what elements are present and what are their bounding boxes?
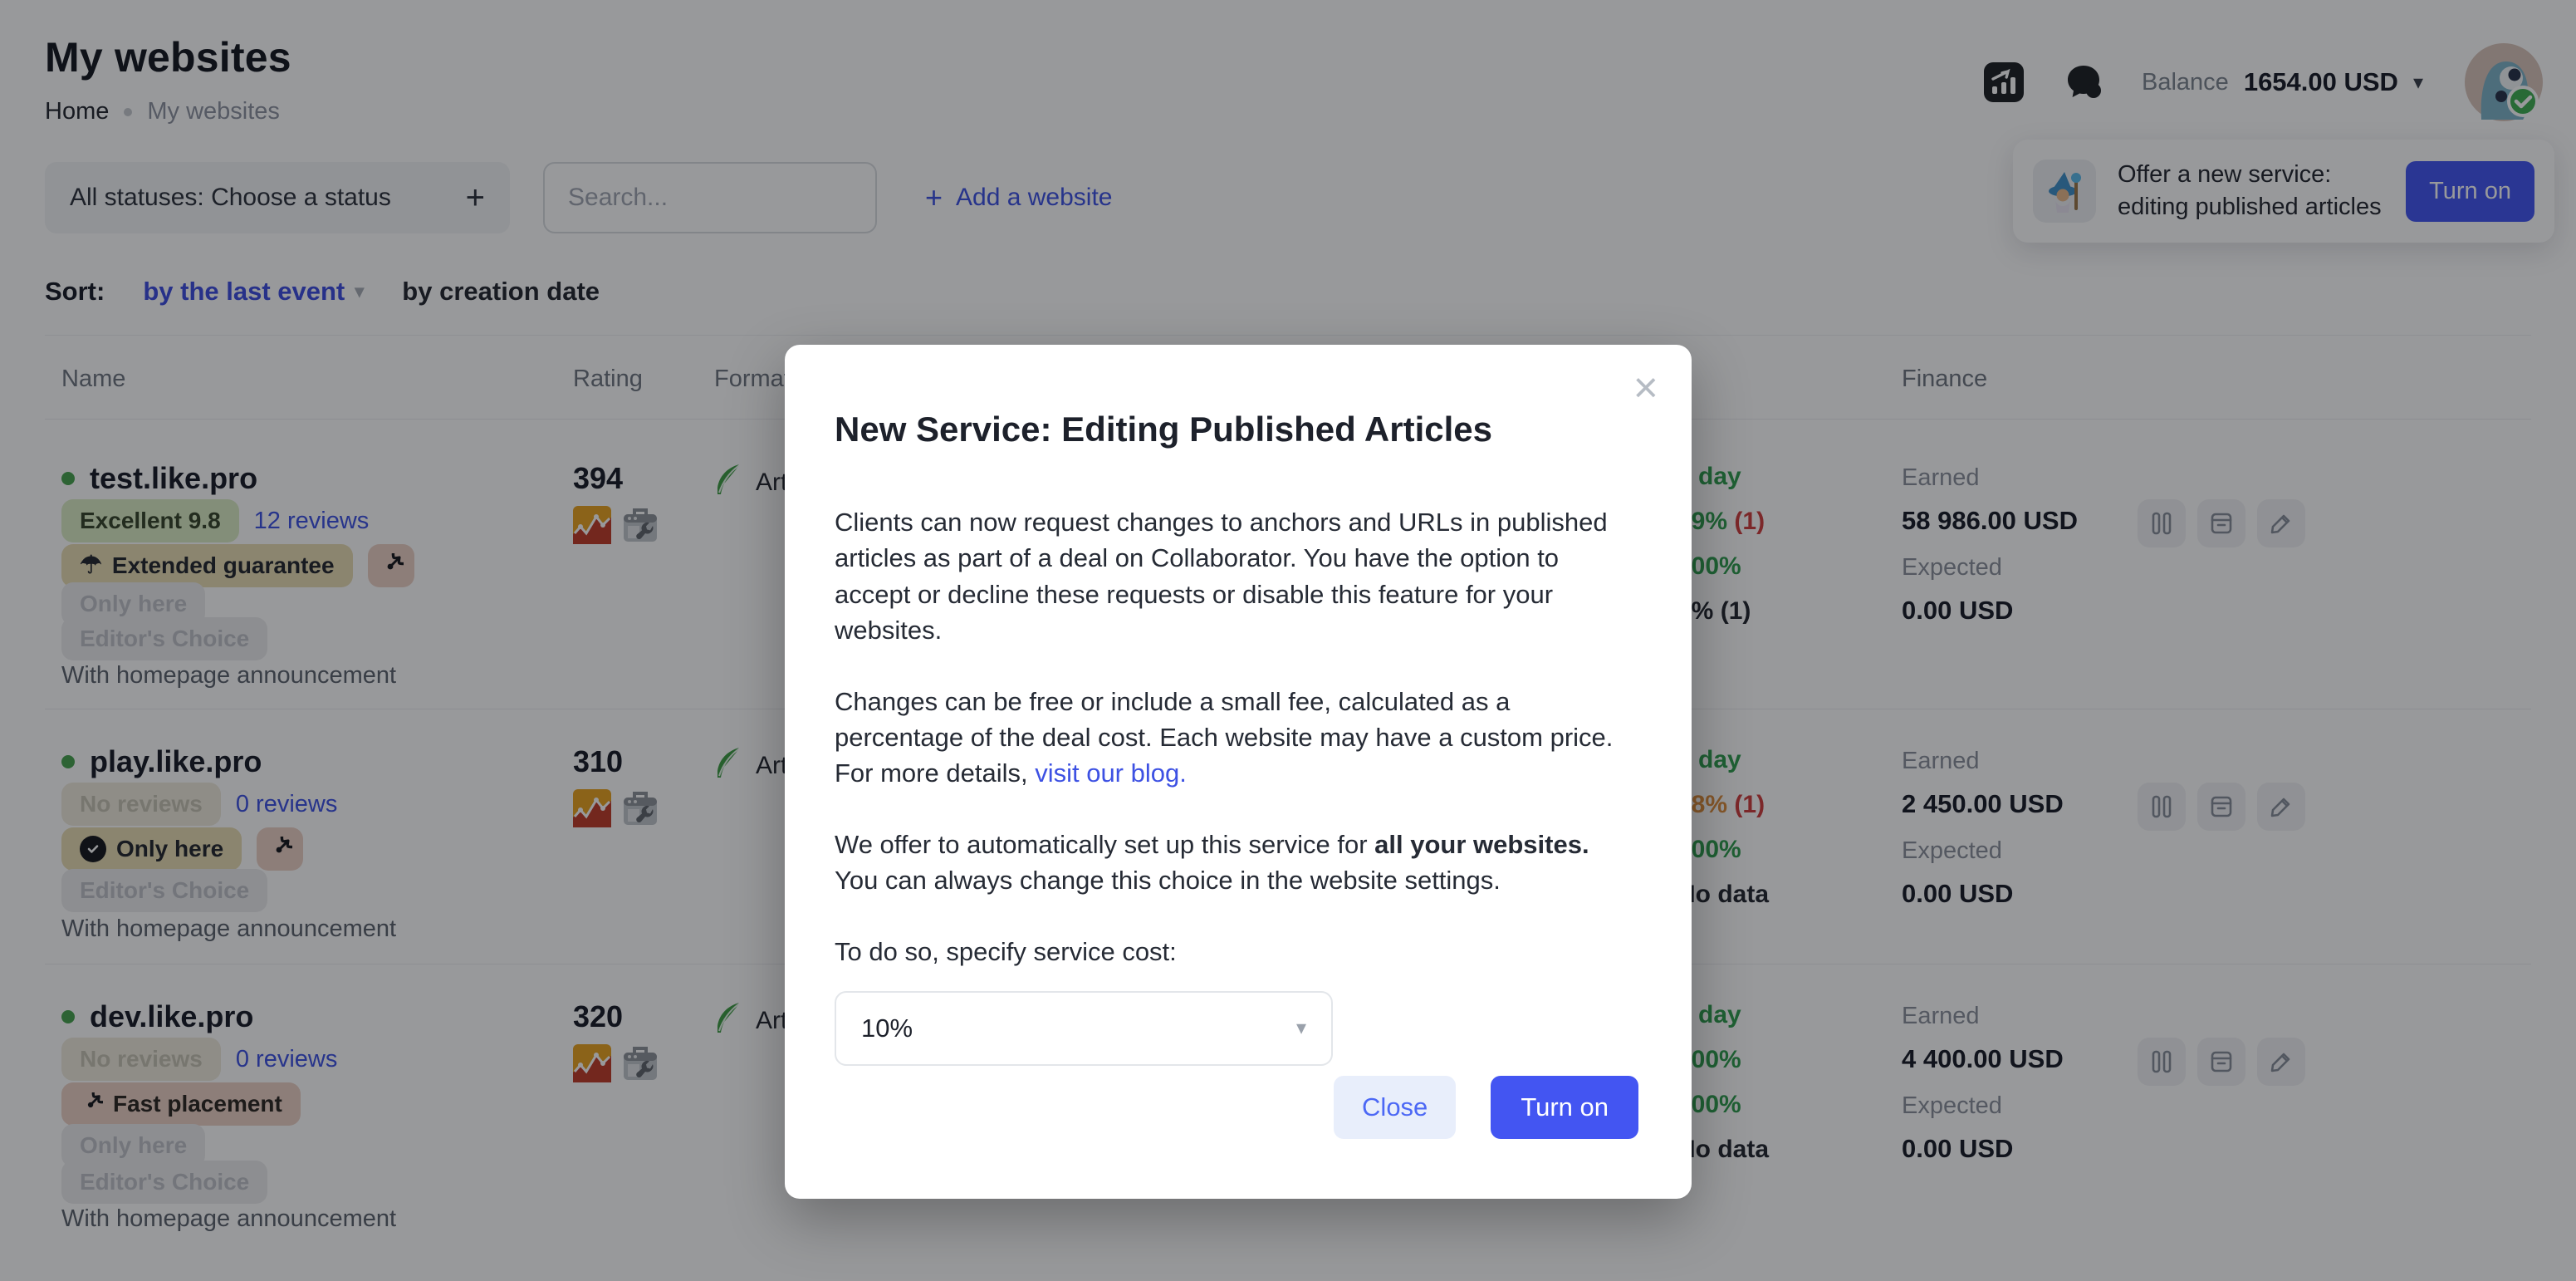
close-icon[interactable]: ×	[1633, 366, 1658, 410]
modal-body: Clients can now request changes to ancho…	[835, 504, 1630, 1066]
cost-label: To do so, specify service cost:	[835, 934, 1630, 969]
modal-close-button[interactable]: Close	[1334, 1076, 1456, 1139]
modal-paragraph-3-bold: all your websites.	[1374, 830, 1589, 859]
modal-paragraph-3-b: You can always change this choice in the…	[835, 866, 1501, 895]
modal-paragraph-2-text: Changes can be free or include a small f…	[835, 687, 1613, 788]
blog-link[interactable]: visit our blog.	[1035, 758, 1187, 788]
modal-actions: Close Turn on	[1334, 1076, 1638, 1139]
modal-paragraph-3: We offer to automatically set up this se…	[835, 827, 1630, 899]
modal-title: New Service: Editing Published Articles	[835, 410, 1642, 449]
modal-paragraph-1: Clients can now request changes to ancho…	[835, 504, 1630, 649]
modal-turn-on-button[interactable]: Turn on	[1491, 1076, 1638, 1139]
service-cost-select[interactable]: 10% ▾	[835, 991, 1333, 1066]
select-value: 10%	[861, 1010, 913, 1046]
chevron-down-icon: ▾	[1296, 1014, 1306, 1043]
new-service-modal: × New Service: Editing Published Article…	[785, 345, 1692, 1199]
modal-paragraph-2: Changes can be free or include a small f…	[835, 684, 1630, 792]
modal-paragraph-3-a: We offer to automatically set up this se…	[835, 830, 1374, 859]
